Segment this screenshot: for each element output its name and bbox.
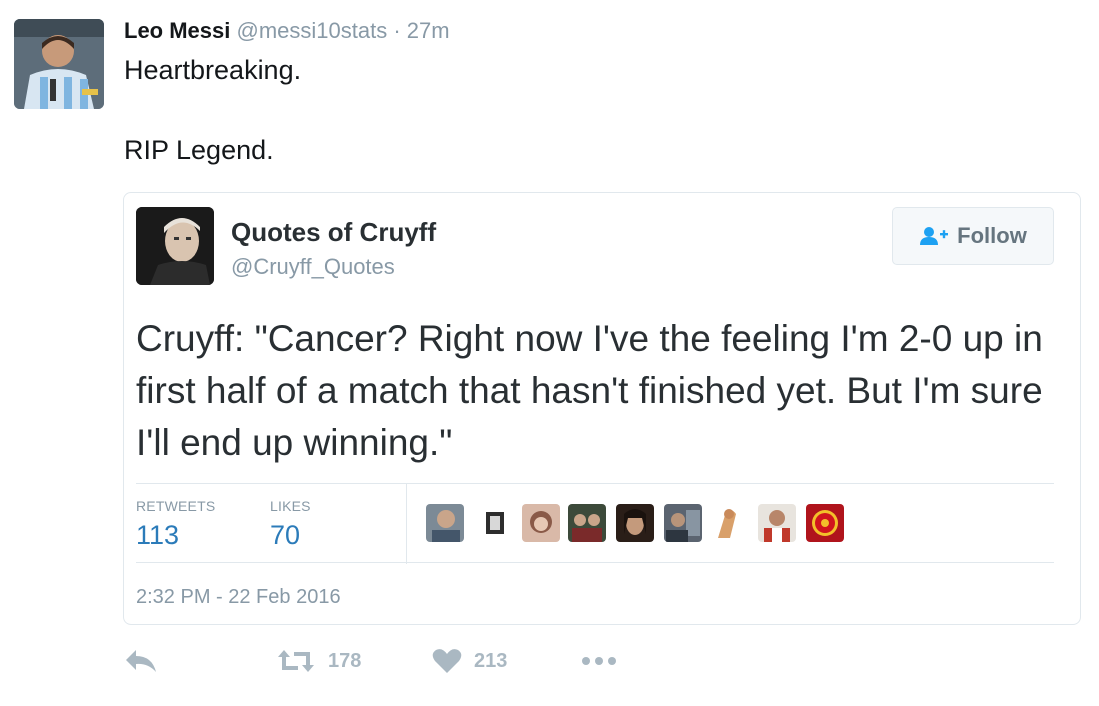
liker-avatar[interactable] [522,504,560,542]
stats-row: RETWEETS 113 LIKES 70 [136,483,1054,564]
avatar-1 [426,504,464,542]
more-button[interactable] [580,648,618,674]
avatar-2 [486,512,504,534]
quoted-author-avatar[interactable] [136,207,214,285]
retweet-count: 178 [328,649,362,672]
avatar-7 [718,509,736,538]
follow-button[interactable]: Follow [892,207,1054,265]
follow-label: Follow [957,223,1027,248]
liker-avatar[interactable] [616,504,654,542]
liker-avatar[interactable] [664,504,702,542]
quoted-author-handle[interactable]: @Cruyff_Quotes [231,254,395,280]
reply-button[interactable] [124,648,158,674]
stats-divider [406,484,407,564]
tweet-time[interactable]: 27m [407,18,450,43]
retweet-button[interactable]: 178 [276,648,361,674]
liker-avatar[interactable] [714,504,740,542]
liker-avatar[interactable] [426,504,464,542]
reply-icon [126,650,156,672]
add-user-icon [920,227,949,245]
author-handle[interactable]: @messi10stats [237,18,388,43]
tweet-text-line-2: RIP Legend. [124,135,274,165]
header-separator: · [393,18,401,43]
avatar-9 [806,504,844,542]
author-name[interactable]: Leo Messi [124,18,230,43]
like-button[interactable]: 213 [432,648,507,674]
quoted-tweet-text: Cruyff: "Cancer? Right now I've the feel… [136,318,1043,463]
quoted-tweet-card[interactable]: Quotes of Cruyff @Cruyff_Quotes Follow C… [123,192,1081,625]
liker-avatar[interactable] [568,504,606,542]
profile-photo [136,207,214,285]
retweets-label: RETWEETS [136,498,216,514]
tweet-header: Leo Messi @messi10stats · 27m [124,18,450,44]
likes-count[interactable]: 70 [270,520,300,551]
quoted-author-name[interactable]: Quotes of Cruyff [231,217,436,248]
retweets-count[interactable]: 113 [136,520,179,551]
avatar-4 [568,504,606,542]
liker-avatar[interactable] [484,504,506,542]
quoted-timestamp[interactable]: 2:32 PM - 22 Feb 2016 [136,586,341,609]
retweet-icon [278,650,314,672]
more-icon [582,657,616,665]
avatar-5 [616,504,654,542]
liker-avatar[interactable] [806,504,844,542]
avatar-3 [522,504,560,542]
author-avatar[interactable] [14,19,104,109]
likes-label: LIKES [270,498,311,514]
liker-avatar[interactable] [758,504,796,542]
avatar-8 [758,504,796,542]
profile-photo [14,19,104,109]
heart-icon [432,649,462,673]
tweet-text-line-1: Heartbreaking. [124,55,302,85]
like-count: 213 [474,649,508,672]
avatar-6 [664,504,702,542]
